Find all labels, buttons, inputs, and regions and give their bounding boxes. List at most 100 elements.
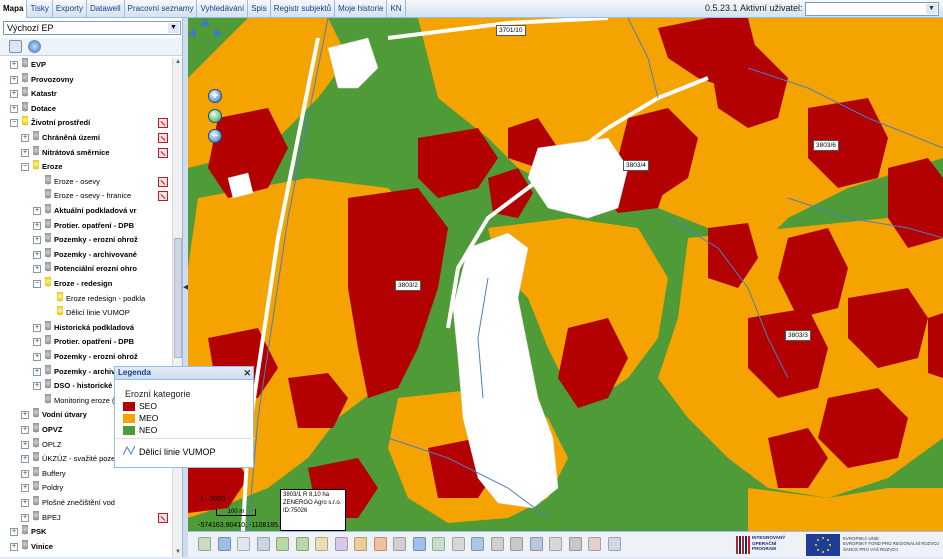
select-tool-icon[interactable] bbox=[198, 537, 211, 551]
layer-visibility-icon[interactable] bbox=[33, 408, 39, 421]
legend-window[interactable]: Legenda ✕ Erozní kategorie SEO MEO NEO D… bbox=[114, 366, 255, 468]
expand-icon[interactable]: + bbox=[21, 440, 29, 449]
layer-visibility-icon[interactable] bbox=[45, 277, 51, 289]
expand-icon[interactable]: + bbox=[33, 265, 41, 274]
layer-tree-item[interactable]: + Pozemky - erozní ohrož bbox=[0, 350, 172, 364]
layer-visibility-icon[interactable] bbox=[45, 379, 51, 392]
layer-visibility-icon[interactable] bbox=[45, 393, 51, 406]
layer-visibility-icon[interactable] bbox=[33, 423, 39, 435]
layer-tree-item[interactable]: + Protier. opatření - DPB bbox=[0, 218, 172, 233]
layer-visibility-icon[interactable] bbox=[33, 510, 39, 523]
expand-icon[interactable]: + bbox=[21, 499, 29, 507]
layer-style-icon[interactable] bbox=[158, 118, 168, 129]
active-user-select[interactable]: ▼ bbox=[805, 2, 939, 16]
scroll-thumb[interactable] bbox=[174, 238, 182, 358]
refresh-icon[interactable] bbox=[28, 40, 41, 53]
draw-icon[interactable] bbox=[354, 537, 367, 551]
layer-style-icon[interactable] bbox=[158, 512, 168, 523]
expand-icon[interactable]: + bbox=[33, 221, 41, 230]
layer-visibility-icon[interactable] bbox=[57, 306, 63, 319]
menu-item[interactable]: Spis bbox=[248, 0, 271, 18]
layer-visibility-icon[interactable] bbox=[22, 116, 28, 129]
layer-tree-item[interactable]: + Chráněná území bbox=[0, 131, 172, 145]
marker-icon[interactable] bbox=[373, 537, 387, 551]
expand-icon[interactable]: + bbox=[10, 90, 18, 99]
printer-icon[interactable] bbox=[490, 537, 504, 551]
layer-visibility-icon[interactable] bbox=[45, 335, 51, 348]
layer-tree-item[interactable]: + Buffery bbox=[0, 466, 172, 481]
expand-icon[interactable]: + bbox=[21, 411, 29, 420]
layer-visibility-icon[interactable] bbox=[33, 437, 39, 450]
expand-icon[interactable]: + bbox=[10, 104, 18, 113]
layer-tree-item[interactable]: Eroze - osevy - hranice bbox=[0, 189, 172, 203]
layer-tree-scrollbar[interactable]: ▲ ▼ bbox=[172, 58, 182, 557]
layer-visibility-icon[interactable] bbox=[22, 101, 28, 114]
layer-tree-item[interactable]: + EVP bbox=[0, 58, 172, 72]
pan-control-icon[interactable] bbox=[188, 18, 222, 48]
layer-visibility-icon[interactable] bbox=[22, 72, 28, 85]
menu-item[interactable]: Mapa bbox=[0, 0, 28, 18]
layer-style-icon[interactable] bbox=[158, 176, 168, 187]
layer-tree-item[interactable]: + BPEJ bbox=[0, 510, 172, 525]
layer-tree-item[interactable]: + Vinice bbox=[0, 539, 172, 554]
refresh-icon[interactable] bbox=[217, 537, 231, 551]
expand-icon[interactable]: + bbox=[21, 469, 29, 478]
table-icon[interactable] bbox=[393, 537, 406, 551]
collapse-icon[interactable]: − bbox=[10, 119, 18, 128]
scroll-down-icon[interactable]: ▼ bbox=[174, 548, 182, 557]
layer-tree-item[interactable]: Eroze - osevy bbox=[0, 174, 172, 189]
expand-icon[interactable]: + bbox=[33, 207, 41, 215]
layer-tree-item[interactable]: + Aktuální podkladová vr bbox=[0, 204, 172, 218]
layer-visibility-icon[interactable] bbox=[57, 291, 63, 304]
expand-icon[interactable]: + bbox=[21, 148, 29, 157]
print-icon[interactable] bbox=[471, 537, 484, 551]
layer-visibility-icon[interactable] bbox=[45, 364, 51, 377]
expand-icon[interactable]: + bbox=[21, 134, 29, 142]
expand-icon[interactable]: + bbox=[33, 353, 41, 361]
layer-visibility-icon[interactable] bbox=[22, 87, 28, 100]
filter-icon[interactable] bbox=[529, 537, 543, 551]
zoom-in-icon[interactable]: + bbox=[208, 89, 222, 103]
menu-item[interactable]: Pracovní seznamy bbox=[125, 0, 198, 18]
chevron-down-icon[interactable]: ▼ bbox=[168, 23, 179, 33]
save-icon[interactable] bbox=[9, 40, 22, 53]
layer-tree-item[interactable]: − Životní prostředí bbox=[0, 116, 172, 130]
layer-visibility-icon[interactable] bbox=[22, 539, 28, 552]
layer-tree-item[interactable]: + Potenciální erozní ohro bbox=[0, 262, 172, 276]
layer-tree-item[interactable]: + Historická podkladová bbox=[0, 320, 172, 335]
layer-visibility-icon[interactable] bbox=[45, 233, 51, 246]
layer-visibility-icon[interactable] bbox=[45, 320, 51, 333]
close-icon[interactable]: ✕ bbox=[243, 367, 251, 379]
layer-tree-item[interactable]: − Eroze - redesign bbox=[0, 277, 172, 291]
grid-icon[interactable] bbox=[237, 537, 250, 551]
scroll-up-icon[interactable]: ▲ bbox=[174, 58, 182, 67]
expand-icon[interactable]: + bbox=[10, 75, 18, 84]
settings-icon[interactable] bbox=[568, 537, 582, 551]
expand-icon[interactable]: + bbox=[33, 367, 41, 376]
expand-icon[interactable]: + bbox=[21, 426, 29, 434]
info-icon[interactable] bbox=[412, 537, 426, 551]
expand-icon[interactable]: + bbox=[10, 528, 18, 537]
move-icon[interactable] bbox=[295, 537, 309, 551]
layer-visibility-icon[interactable] bbox=[33, 496, 39, 508]
layer-visibility-icon[interactable] bbox=[33, 481, 39, 494]
layer-visibility-icon[interactable] bbox=[45, 350, 51, 362]
legend-header[interactable]: Legenda ✕ bbox=[115, 367, 253, 380]
layer-tree-item[interactable]: + Provozovny bbox=[0, 72, 172, 87]
menu-item[interactable]: Vyhledávání bbox=[197, 0, 249, 18]
layer-visibility-icon[interactable] bbox=[45, 218, 51, 231]
help-icon[interactable] bbox=[607, 537, 621, 551]
menu-item[interactable]: Moje historie bbox=[335, 0, 388, 18]
menu-item[interactable]: KN bbox=[387, 0, 406, 18]
layer-tree-item[interactable]: + Dotace bbox=[0, 101, 172, 116]
expand-icon[interactable]: + bbox=[33, 338, 41, 347]
menu-item[interactable]: Exporty bbox=[53, 0, 87, 18]
layer-visibility-icon[interactable] bbox=[45, 174, 51, 187]
menu-item[interactable]: Tisky bbox=[27, 0, 53, 18]
zoom-window-icon[interactable] bbox=[256, 537, 270, 551]
user-icon[interactable] bbox=[588, 537, 601, 551]
layer-visibility-icon[interactable] bbox=[33, 452, 39, 465]
chevron-down-icon[interactable]: ▼ bbox=[926, 4, 937, 14]
expand-icon[interactable]: + bbox=[10, 542, 18, 551]
expand-icon[interactable]: + bbox=[33, 250, 41, 259]
